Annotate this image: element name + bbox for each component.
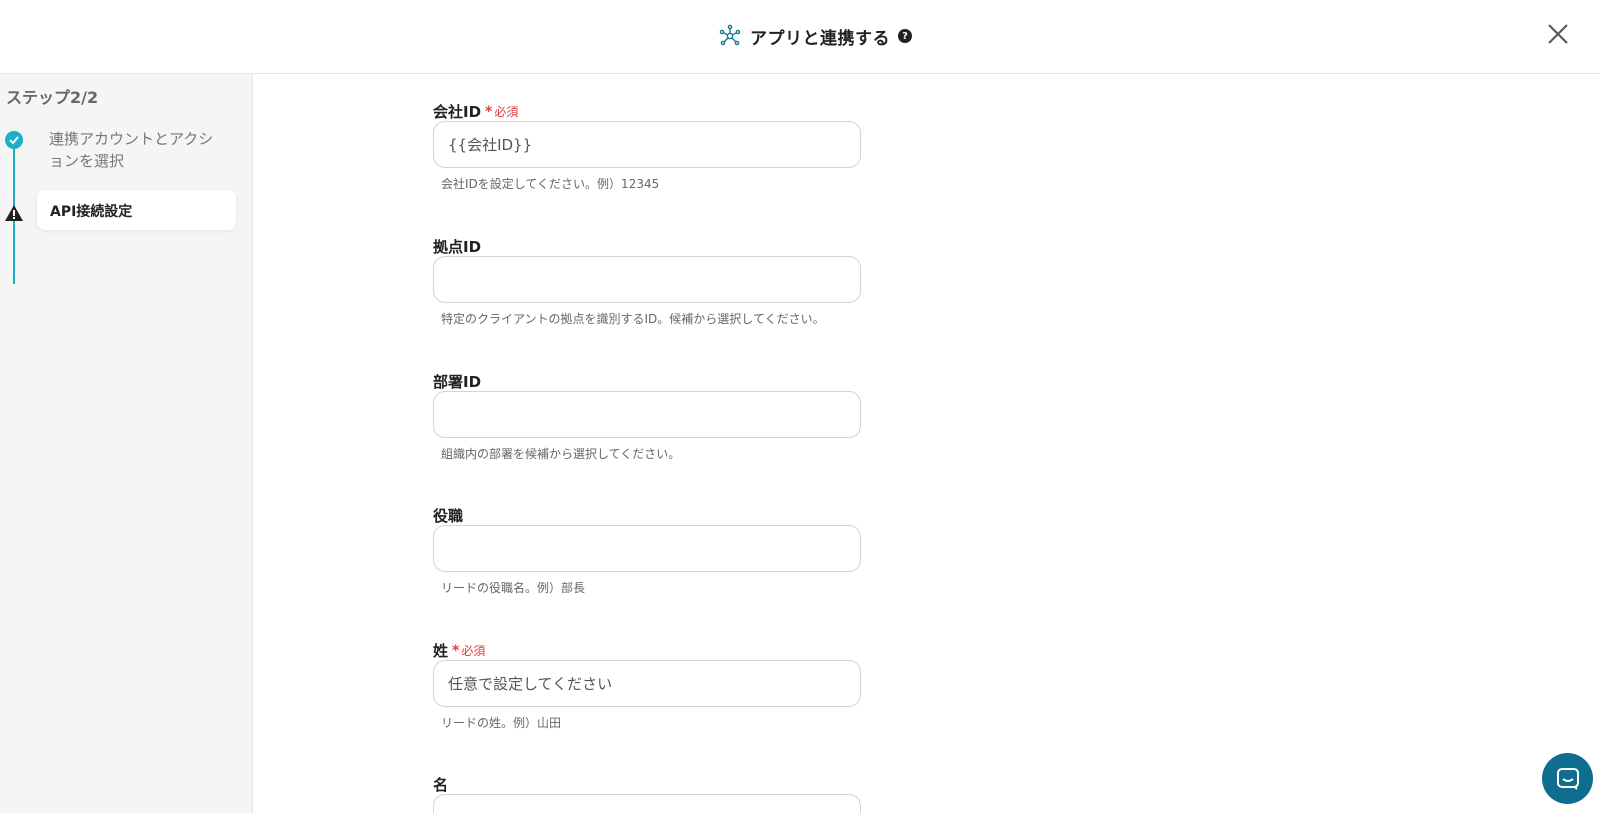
field-job-title: 役職 リードの役職名。例）部長 <box>433 505 863 595</box>
help-icon[interactable]: ? <box>898 29 912 43</box>
step-counter: ステップ2/2 <box>6 88 99 107</box>
field-hint: 会社IDを設定してください。例）12345 <box>441 177 660 191</box>
field-label: 部署ID <box>433 373 482 391</box>
warning-icon <box>5 205 23 221</box>
field-label: 役職 <box>433 507 464 525</box>
required-asterisk: * <box>452 642 460 659</box>
field-department-id: 部署ID 組織内の部署を候補から選択してください。 <box>433 371 863 461</box>
field-company-id: 会社ID * 必須 会社IDを設定してください。例）12345 <box>433 101 863 191</box>
network-node-icon <box>719 24 741 46</box>
required-label: 必須 <box>461 644 486 658</box>
step-item-label: API接続設定 <box>50 204 133 220</box>
first-name-input[interactable] <box>433 794 861 813</box>
field-label: 名 <box>433 776 449 794</box>
steps-sidebar: ステップ2/2 連携アカウントとアクションを選択 API接続設定 <box>0 74 253 813</box>
header-title-group: アプリと連携する ? <box>718 22 912 50</box>
field-first-name: 名 <box>433 774 863 813</box>
field-hint: 特定のクライアントの拠点を識別するID。候補から選択してください。 <box>441 312 825 326</box>
close-icon[interactable] <box>1546 22 1570 46</box>
modal-header: アプリと連携する ? <box>0 0 1600 74</box>
chat-support-button[interactable] <box>1542 753 1593 804</box>
field-label: 拠点ID <box>433 238 482 256</box>
field-location-id: 拠点ID 特定のクライアントの拠点を識別するID。候補から選択してください。 <box>433 236 863 326</box>
field-hint: リードの姓。例）山田 <box>441 716 562 730</box>
company-id-input[interactable] <box>433 121 861 168</box>
field-hint: リードの役職名。例）部長 <box>441 581 586 595</box>
field-last-name: 姓 * 必須 リードの姓。例）山田 <box>433 640 863 730</box>
chat-icon <box>1556 767 1579 790</box>
step-item-select-account[interactable]: 連携アカウントとアクションを選択 <box>49 128 224 172</box>
required-label: 必須 <box>494 105 519 119</box>
last-name-input[interactable] <box>433 660 861 707</box>
check-circle-icon <box>5 131 23 149</box>
job-title-input[interactable] <box>433 525 861 572</box>
field-hint: 組織内の部署を候補から選択してください。 <box>441 447 681 461</box>
department-id-input[interactable] <box>433 391 861 438</box>
step-item-api-settings[interactable]: API接続設定 <box>37 190 236 230</box>
location-id-input[interactable] <box>433 256 861 303</box>
required-asterisk: * <box>485 103 493 120</box>
page-title: アプリと連携する <box>750 28 890 49</box>
field-label: 会社ID * 必須 <box>433 103 519 121</box>
field-label: 姓 * 必須 <box>433 642 486 660</box>
